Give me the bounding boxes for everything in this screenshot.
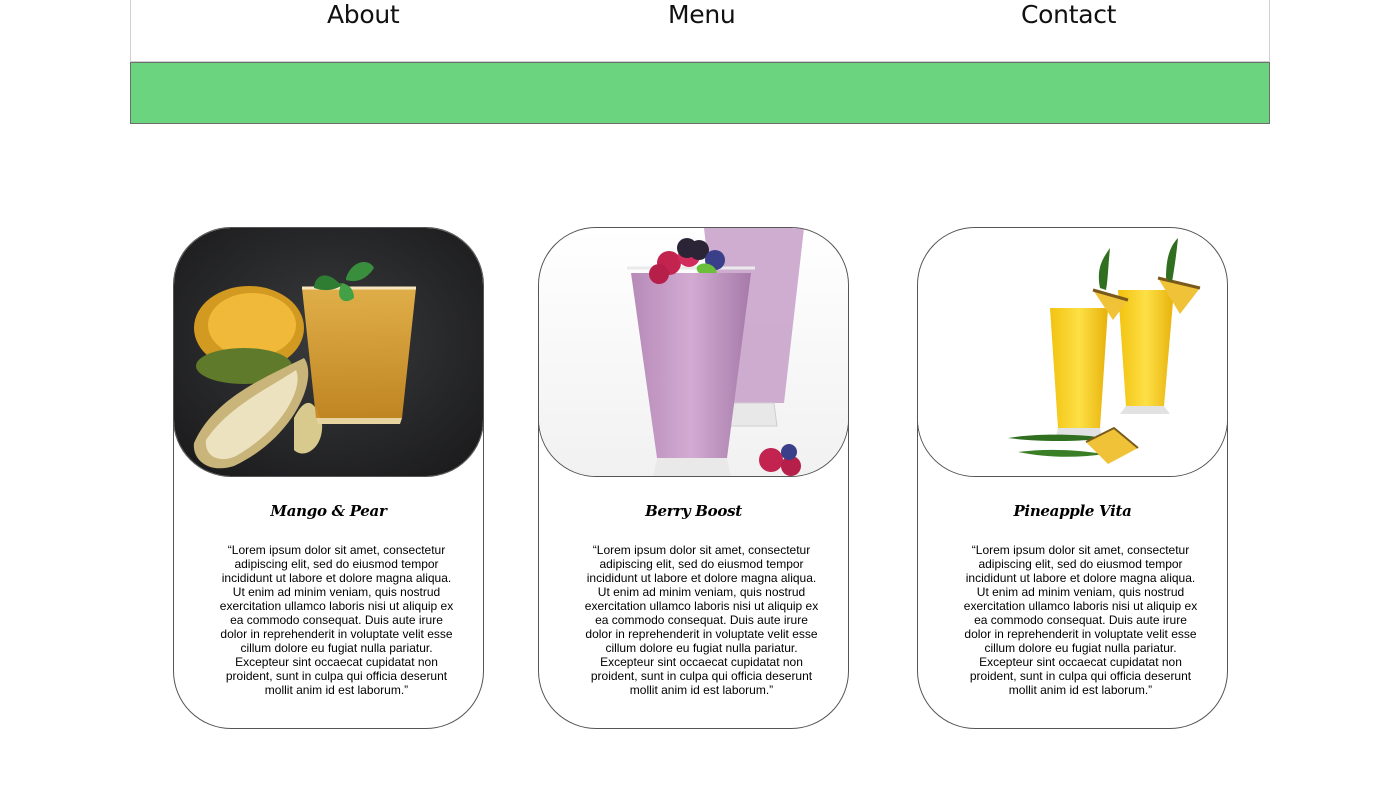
product-card-mango-pear[interactable]: Mango & Pear “Lorem ipsum dolor sit amet… bbox=[173, 227, 484, 729]
nav-link-menu[interactable]: Menu bbox=[668, 0, 736, 30]
card-title: Pineapple Vita bbox=[1013, 502, 1132, 520]
card-title: Berry Boost bbox=[645, 502, 742, 520]
top-navigation: About Menu Contact bbox=[130, 0, 1270, 62]
page: About Menu Contact Mango & Pear “Lorem i… bbox=[0, 0, 1400, 800]
pineapple-juice-photo bbox=[918, 228, 1227, 477]
card-description: “Lorem ipsum dolor sit amet, consectetur… bbox=[963, 543, 1198, 697]
card-title: Mango & Pear bbox=[270, 502, 387, 520]
nav-link-about[interactable]: About bbox=[327, 0, 400, 30]
nav-link-contact[interactable]: Contact bbox=[1021, 0, 1116, 30]
product-card-berry-boost[interactable]: Berry Boost “Lorem ipsum dolor sit amet,… bbox=[538, 227, 849, 729]
card-description: “Lorem ipsum dolor sit amet, consectetur… bbox=[219, 543, 454, 697]
product-card-pineapple-vita[interactable]: Pineapple Vita “Lorem ipsum dolor sit am… bbox=[917, 227, 1228, 729]
card-description: “Lorem ipsum dolor sit amet, consectetur… bbox=[584, 543, 819, 697]
berry-smoothie-photo bbox=[539, 228, 848, 477]
green-banner bbox=[130, 62, 1270, 124]
mango-pear-smoothie-photo bbox=[174, 228, 483, 477]
